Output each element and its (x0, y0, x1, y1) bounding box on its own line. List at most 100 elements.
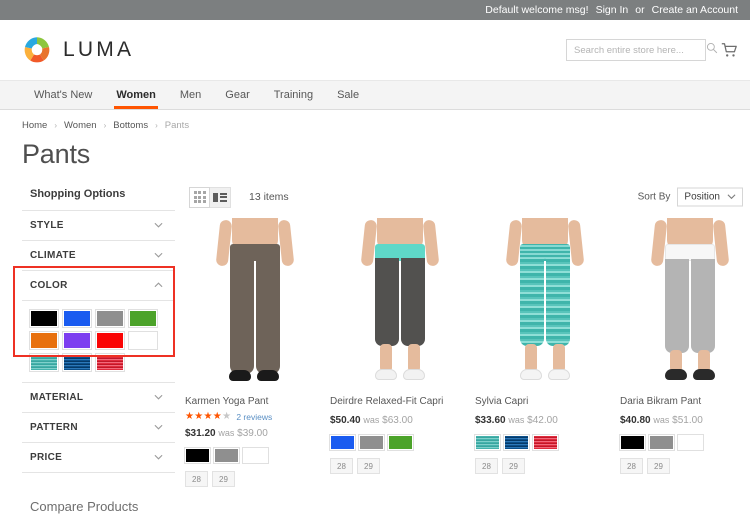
color-swatch-red-heather[interactable] (95, 353, 125, 372)
grid-view-icon[interactable] (189, 186, 210, 208)
filter-pattern[interactable]: PATTERN (22, 413, 175, 443)
or-separator: or (635, 4, 645, 16)
product-size-28[interactable]: 28 (185, 471, 208, 487)
product-swatch-gray[interactable] (213, 447, 240, 464)
shopping-cart-icon[interactable] (720, 41, 738, 59)
product-swatch-navy-heather[interactable] (503, 434, 530, 451)
main-navigation: What's New Women Men Gear Training Sale (0, 80, 750, 110)
product-reviews-link[interactable]: 2 reviews (236, 412, 272, 422)
product-size-29[interactable]: 29 (212, 471, 235, 487)
product-size-29[interactable]: 29 (502, 458, 525, 474)
breadcrumb-item-bottoms[interactable]: Bottoms (113, 120, 148, 131)
product-price-was: $63.00 (382, 415, 413, 426)
product-item[interactable]: Karmen Yoga Pant ★★★★★ 2 reviews $31.20 … (184, 218, 325, 487)
nav-item-women[interactable]: Women (104, 81, 168, 109)
chevron-down-icon[interactable] (154, 393, 163, 402)
color-swatch-orange[interactable] (29, 331, 59, 350)
breadcrumb-separator: › (54, 121, 58, 130)
product-item[interactable]: Deirdre Relaxed-Fit Capri $50.40 was $63… (329, 218, 470, 487)
sign-in-link[interactable]: Sign In (596, 4, 629, 16)
logo[interactable]: LUMA (22, 35, 134, 65)
color-swatch-gray[interactable] (95, 309, 125, 328)
search-input[interactable] (574, 44, 706, 56)
product-swatch-gray[interactable] (648, 434, 675, 451)
filter-price-label: PRICE (30, 452, 63, 463)
luma-swirl-icon (22, 35, 52, 65)
model-illustration-icon (185, 218, 325, 386)
product-price-was: $42.00 (527, 415, 558, 426)
breadcrumb-item-home[interactable]: Home (22, 120, 47, 131)
color-swatch-purple[interactable] (62, 331, 92, 350)
product-size-28[interactable]: 28 (475, 458, 498, 474)
product-swatch-gray[interactable] (358, 434, 385, 451)
view-mode-toggle (189, 186, 231, 208)
product-name[interactable]: Sylvia Capri (475, 395, 615, 408)
chevron-down-icon[interactable] (154, 221, 163, 230)
product-name[interactable]: Deirdre Relaxed-Fit Capri (330, 395, 470, 408)
color-swatch-navy-heather[interactable] (62, 353, 92, 372)
breadcrumb: Home › Women › Bottoms › Pants (22, 120, 750, 131)
header-actions (566, 39, 738, 61)
color-swatch-red[interactable] (95, 331, 125, 350)
nav-item-whats-new[interactable]: What's New (22, 81, 104, 109)
sort-by-label: Sort By (637, 191, 671, 203)
filter-style-label: STYLE (30, 220, 64, 231)
chevron-up-icon[interactable] (154, 281, 163, 290)
filter-material[interactable]: MATERIAL (22, 383, 175, 413)
chevron-down-icon[interactable] (154, 423, 163, 432)
product-name[interactable]: Karmen Yoga Pant (185, 395, 325, 408)
nav-item-men[interactable]: Men (168, 81, 213, 109)
product-swatch-black[interactable] (619, 434, 646, 451)
product-swatch-blue[interactable] (329, 434, 356, 451)
chevron-down-icon[interactable] (154, 453, 163, 462)
product-size-28[interactable]: 28 (620, 458, 643, 474)
filter-color[interactable]: COLOR (22, 271, 175, 301)
page-root: Default welcome msg! Sign In or Create a… (0, 0, 750, 515)
product-item[interactable]: Sylvia Capri $33.60 was $42.00 28 29 (474, 218, 615, 487)
product-swatch-black[interactable] (184, 447, 211, 464)
nav-item-gear[interactable]: Gear (213, 81, 261, 109)
product-swatch-white[interactable] (242, 447, 269, 464)
product-item[interactable]: Daria Bikram Pant $40.80 was $51.00 28 2… (619, 218, 750, 487)
chevron-down-icon[interactable] (154, 251, 163, 260)
product-size-options: 28 29 (475, 458, 615, 474)
nav-item-training[interactable]: Training (262, 81, 325, 109)
product-image[interactable] (330, 218, 470, 386)
color-swatch-green[interactable] (128, 309, 158, 328)
chevron-down-icon (727, 192, 736, 203)
page-title: Pants (22, 139, 91, 169)
product-rating[interactable]: ★★★★★ 2 reviews (185, 412, 325, 423)
logo-text: LUMA (63, 38, 135, 61)
product-size-29[interactable]: 29 (357, 458, 380, 474)
product-swatch-teal-heather[interactable] (474, 434, 501, 451)
filter-price[interactable]: PRICE (22, 443, 175, 473)
product-swatch-red-heather[interactable] (532, 434, 559, 451)
nav-item-sale[interactable]: Sale (325, 81, 371, 109)
sort-select[interactable]: Position (677, 187, 743, 207)
product-size-28[interactable]: 28 (330, 458, 353, 474)
product-price: $50.40 was $63.00 (330, 415, 470, 426)
search-icon[interactable] (706, 41, 718, 59)
product-image[interactable] (620, 218, 750, 386)
product-image[interactable] (185, 218, 325, 386)
color-swatch-grid (22, 301, 175, 383)
create-account-link[interactable]: Create an Account (652, 4, 738, 16)
filter-climate[interactable]: CLIMATE (22, 241, 175, 271)
product-image[interactable] (475, 218, 615, 386)
search-box[interactable] (566, 39, 718, 61)
filter-pattern-label: PATTERN (30, 422, 78, 433)
filter-style[interactable]: STYLE (22, 211, 175, 241)
list-view-icon[interactable] (210, 186, 231, 208)
color-swatch-blue[interactable] (62, 309, 92, 328)
sort-select-value: Position (684, 191, 720, 203)
breadcrumb-item-women[interactable]: Women (64, 120, 97, 131)
color-swatch-black[interactable] (29, 309, 59, 328)
product-swatch-green[interactable] (387, 434, 414, 451)
product-name[interactable]: Daria Bikram Pant (620, 395, 750, 408)
product-swatch-white[interactable] (677, 434, 704, 451)
filter-color-label: COLOR (30, 280, 68, 291)
product-size-29[interactable]: 29 (647, 458, 670, 474)
breadcrumb-item-pants: Pants (164, 120, 190, 131)
color-swatch-white[interactable] (128, 331, 158, 350)
color-swatch-teal-heather[interactable] (29, 353, 59, 372)
